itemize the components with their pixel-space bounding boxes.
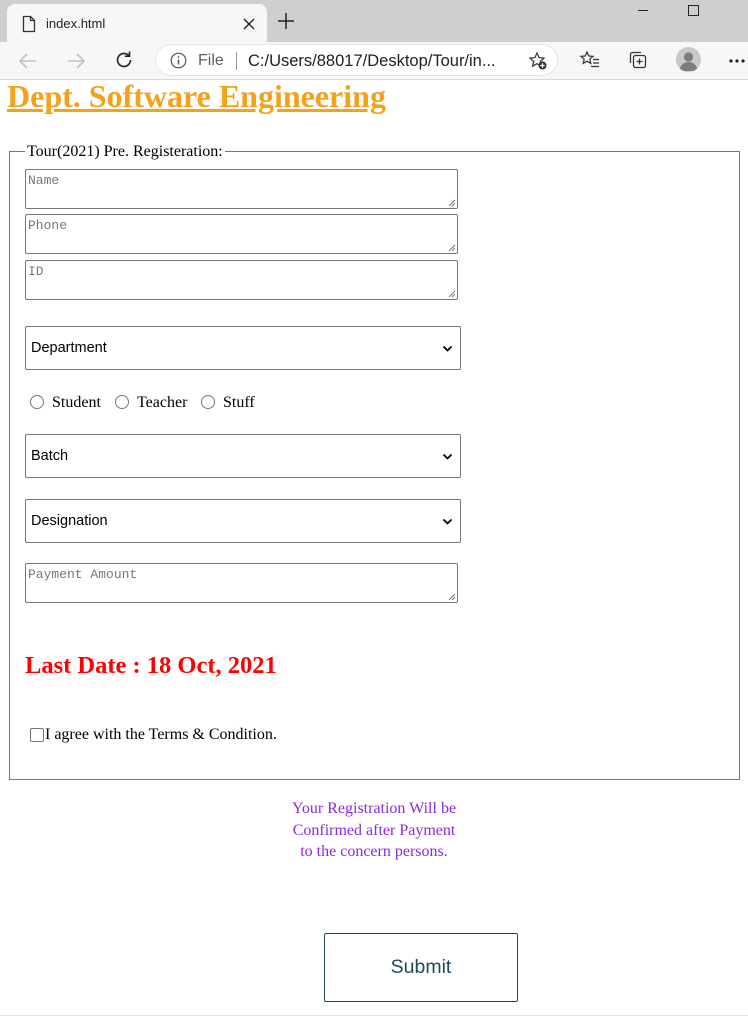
teacher-radio-label[interactable]: Teacher bbox=[137, 394, 187, 412]
designation-select[interactable]: Designation bbox=[25, 499, 461, 543]
tab-title: index.html bbox=[46, 16, 106, 31]
collections-icon[interactable] bbox=[627, 49, 649, 71]
address-scheme: File bbox=[198, 52, 224, 69]
browser-tab[interactable]: index.html bbox=[7, 4, 267, 42]
browser-toolbar: File C:/Users/88017/Desktop/Tour/in... bbox=[0, 42, 748, 80]
resize-grip-icon[interactable] bbox=[447, 243, 456, 252]
payment-amount-placeholder: Payment Amount bbox=[28, 567, 138, 582]
new-tab-icon[interactable] bbox=[276, 11, 296, 31]
page-bottom-border bbox=[0, 1015, 748, 1016]
registration-note: Your Registration Will be Confirmed afte… bbox=[224, 798, 524, 863]
more-options-icon[interactable] bbox=[727, 53, 747, 69]
resize-grip-icon[interactable] bbox=[447, 198, 456, 207]
favorites-icon[interactable] bbox=[579, 49, 601, 71]
registration-fieldset: Tour(2021) Pre. Registeration: Name Phon… bbox=[9, 143, 740, 780]
back-arrow-icon[interactable] bbox=[17, 50, 39, 72]
browser-tabstrip: index.html bbox=[0, 0, 748, 42]
department-select[interactable]: Department bbox=[25, 326, 461, 370]
document-icon bbox=[22, 15, 36, 33]
form-legend: Tour(2021) Pre. Registeration: bbox=[25, 143, 225, 161]
user-icon bbox=[679, 52, 698, 71]
note-line: Your Registration Will be bbox=[291, 800, 457, 817]
name-placeholder: Name bbox=[28, 173, 60, 188]
info-icon[interactable] bbox=[170, 52, 187, 69]
page-heading-link[interactable]: Dept. Software Engineering bbox=[7, 78, 386, 115]
stuff-radio-label[interactable]: Stuff bbox=[223, 394, 255, 412]
id-placeholder: ID bbox=[28, 264, 44, 279]
payment-amount-field[interactable]: Payment Amount bbox=[25, 563, 458, 603]
teacher-radio[interactable] bbox=[115, 395, 129, 409]
close-tab-icon[interactable] bbox=[240, 15, 258, 33]
phone-field[interactable]: Phone bbox=[25, 214, 458, 254]
id-field[interactable]: ID bbox=[25, 260, 458, 300]
designation-select-value: Designation bbox=[31, 513, 108, 529]
phone-placeholder: Phone bbox=[28, 218, 68, 233]
student-radio-label[interactable]: Student bbox=[52, 394, 101, 412]
stuff-radio[interactable] bbox=[201, 395, 215, 409]
student-radio[interactable] bbox=[30, 395, 44, 409]
chevron-down-icon bbox=[442, 518, 453, 525]
name-field[interactable]: Name bbox=[25, 169, 458, 209]
maximize-icon[interactable] bbox=[670, 0, 716, 26]
refresh-icon[interactable] bbox=[113, 49, 135, 71]
add-favorite-icon[interactable] bbox=[528, 51, 548, 71]
batch-select-value: Batch bbox=[31, 448, 69, 464]
profile-avatar[interactable] bbox=[676, 47, 701, 72]
note-line: Confirmed after Payment bbox=[292, 821, 456, 839]
address-bar[interactable]: File C:/Users/88017/Desktop/Tour/in... bbox=[155, 44, 558, 76]
address-url[interactable]: C:/Users/88017/Desktop/Tour/in... bbox=[248, 52, 518, 71]
chevron-down-icon bbox=[442, 453, 453, 460]
terms-label[interactable]: I agree with the Terms & Condition. bbox=[45, 726, 277, 744]
resize-grip-icon[interactable] bbox=[447, 289, 456, 298]
department-select-value: Department bbox=[31, 340, 107, 356]
chevron-down-icon bbox=[442, 345, 453, 352]
resize-grip-icon[interactable] bbox=[447, 592, 456, 601]
minimize-icon[interactable] bbox=[620, 0, 666, 26]
note-line: to the concern persons. bbox=[300, 843, 448, 860]
terms-checkbox[interactable] bbox=[30, 728, 44, 742]
address-separator bbox=[236, 52, 237, 70]
submit-button[interactable]: Submit bbox=[324, 933, 518, 1002]
last-date-notice: Last Date : 18 Oct, 2021 bbox=[25, 652, 277, 679]
batch-select[interactable]: Batch bbox=[25, 434, 461, 478]
forward-arrow-icon[interactable] bbox=[65, 50, 87, 72]
